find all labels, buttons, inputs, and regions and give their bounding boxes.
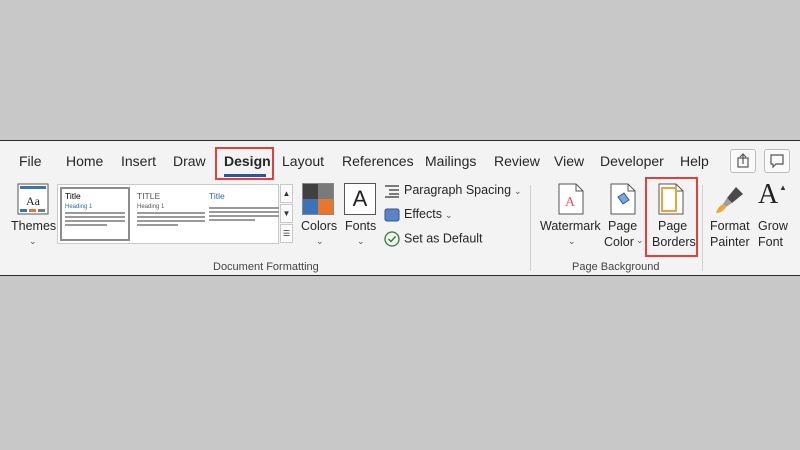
style-title: Title [65,191,81,201]
style-heading: Heading 1 [137,204,165,210]
share-icon [737,153,749,168]
fonts-button[interactable]: A Fonts ⌄ [342,181,378,251]
watermark-button[interactable]: A Watermark ⌄ [538,181,604,251]
caret-up-icon: ▲ [779,183,787,192]
gallery-more-button[interactable]: ☰ [280,224,293,243]
style-text-lines [65,212,125,226]
comments-icon [770,154,784,169]
page-borders-label-line1: Page [658,219,688,233]
style-thumbnail[interactable]: Title Heading 1 [60,187,130,241]
grow-font-button[interactable]: A ▲ Grow Font [754,179,794,257]
tab-developer[interactable]: Developer [600,153,664,169]
gallery-scroll-down-button[interactable]: ▼ [280,204,293,223]
effects-icon [384,208,400,222]
more-icon: ☰ [282,229,291,238]
style-heading: Heading 1 [65,204,93,210]
tab-design[interactable]: Design [224,153,271,169]
comments-button[interactable] [764,149,790,173]
chevron-down-icon: ▼ [282,209,291,218]
format-painter-button[interactable]: Format Painter [706,181,754,257]
checkmark-circle-icon [384,231,400,247]
svg-text:A: A [565,195,576,210]
themes-button[interactable]: Aa Themes ⌄ [8,181,56,251]
tab-mailings[interactable]: Mailings [425,153,476,169]
page-borders-icon [658,183,684,215]
watermark-icon: A [558,183,584,215]
fonts-icon: A [344,183,376,215]
tab-references[interactable]: References [342,153,414,169]
style-gallery[interactable]: Title Heading 1 TITLE Heading 1 Title [57,184,279,244]
tab-view[interactable]: View [554,153,584,169]
colors-label: Colors [301,219,338,233]
set-as-default-button[interactable]: Set as Default [384,231,483,247]
grow-font-label-line2: Font [758,235,784,249]
tab-home[interactable]: Home [66,153,103,169]
chevron-down-icon: ⌄ [316,236,324,246]
paragraph-spacing-icon [385,185,399,198]
colors-button[interactable]: Colors ⌄ [298,181,340,251]
document-formatting-group-label: Document Formatting [213,261,319,273]
themes-icon: Aa [17,183,49,215]
fonts-label: Fonts [345,219,377,233]
page-color-button[interactable]: Page Color ⌄ [602,181,644,257]
style-text-lines [137,212,205,226]
chevron-down-icon: ⌄ [514,186,522,196]
active-tab-underline [224,174,266,177]
watermark-label: Watermark [540,219,601,233]
tab-review[interactable]: Review [494,153,540,169]
chevron-down-icon: ⌄ [444,210,453,220]
format-painter-label-line2: Painter [710,235,750,249]
tab-draw[interactable]: Draw [173,153,206,169]
share-button[interactable] [730,149,756,173]
tab-insert[interactable]: Insert [121,153,156,169]
chevron-down-icon: ⌄ [29,236,37,246]
format-painter-label-line1: Format [710,219,750,233]
chevron-down-icon: ⌄ [568,236,576,246]
tab-help[interactable]: Help [680,153,709,169]
paintbrush-icon [716,187,743,213]
effects-button[interactable]: Effects ⌄ [384,207,453,222]
page-borders-label-line2: Borders [652,235,696,249]
paragraph-spacing-label: Paragraph Spacing [404,183,512,197]
tab-layout[interactable]: Layout [282,153,324,169]
group-separator [530,185,531,271]
page-borders-button[interactable]: Page Borders [648,181,696,257]
page-color-label-line1: Page [608,219,638,233]
page-color-label-line2: Color [604,235,634,249]
style-thumbnail[interactable]: TITLE Heading 1 [134,187,208,249]
colors-swatch-icon [302,183,334,215]
svg-text:Aa: Aa [26,194,41,208]
set-as-default-label: Set as Default [404,231,483,246]
style-title: Title [209,191,225,201]
gallery-scroll-up-button[interactable]: ▲ [280,184,293,203]
ribbon-body: Aa Themes ⌄ Title Heading 1 TITLE Headin… [0,177,800,275]
chevron-up-icon: ▲ [282,189,291,198]
paragraph-spacing-button[interactable]: Paragraph Spacing ⌄ [384,183,522,198]
tab-file[interactable]: File [19,153,42,169]
chevron-down-icon: ⌄ [636,235,644,245]
page-color-icon [610,183,636,215]
group-separator [702,185,703,271]
style-text-lines [209,207,279,221]
chevron-down-icon: ⌄ [357,236,365,246]
ribbon: File Home Insert Draw Design Layout Refe… [0,140,800,276]
style-title: TITLE [137,191,161,201]
themes-label: Themes [11,219,57,233]
style-thumbnail[interactable]: Title [206,187,282,249]
effects-label: Effects [404,207,442,221]
grow-font-icon: A [758,179,779,210]
page-background-group-label: Page Background [572,261,660,273]
grow-font-label-line1: Grow [758,219,788,233]
